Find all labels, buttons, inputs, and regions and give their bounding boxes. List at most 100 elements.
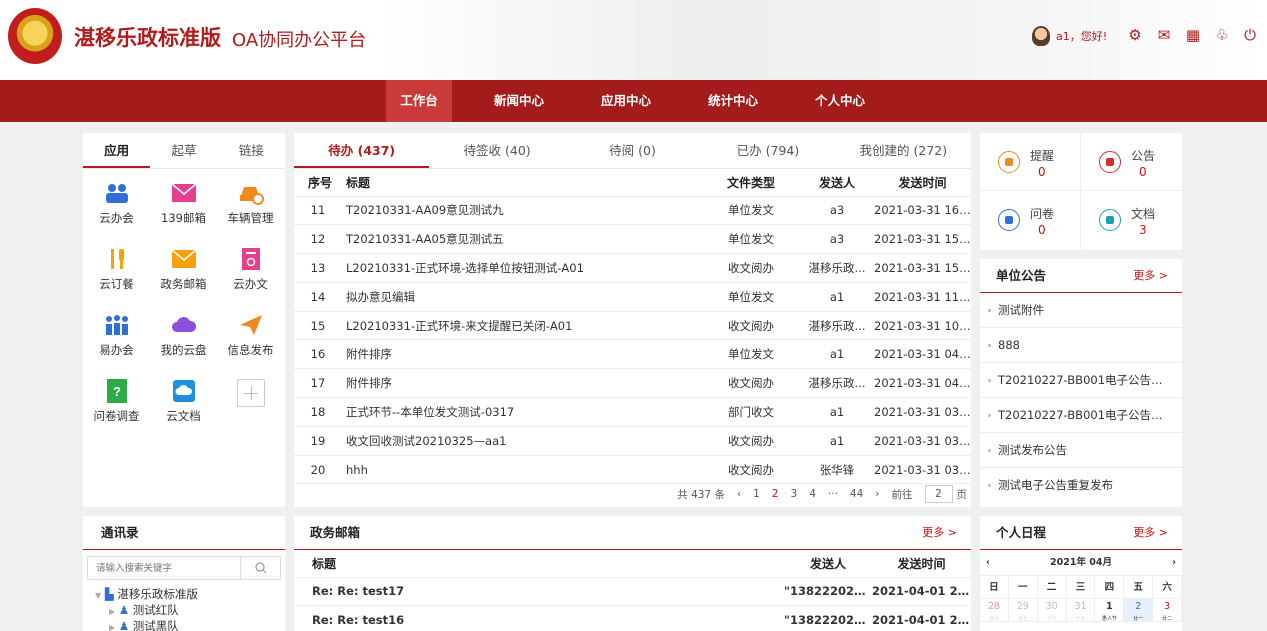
- table-row[interactable]: 16 附件排序 单位发文 a1 2021-03-31 04:23: [294, 339, 971, 370]
- org-icon: ▙: [104, 587, 114, 601]
- calendar-day[interactable]: 2 廿一: [1123, 598, 1154, 622]
- weekday-label: 三: [1065, 575, 1096, 599]
- app-139-mail[interactable]: 139邮箱: [150, 177, 217, 243]
- tree-node-team[interactable]: ▶ ♟ 测试红队: [95, 602, 285, 618]
- calendar-day[interactable]: 29 廿七: [1007, 598, 1038, 622]
- next-page-icon[interactable]: ›: [875, 488, 879, 500]
- table-row[interactable]: 12 T20210331-AA05意见测试五 单位发文 a3 2021-03-31 15…: [294, 224, 971, 255]
- app-cloud-docs[interactable]: 云文档: [150, 375, 217, 441]
- apps-tabs: 应用 起草 链接: [83, 133, 285, 169]
- table-row[interactable]: 19 收文回收测试20210325—aa1 收文阅办 a1 2021-03-31 03:…: [294, 426, 971, 456]
- table-row[interactable]: 17 附件排序 收文阅办 湛移乐政... 2021-03-31 04:02: [294, 368, 971, 399]
- mail-icon[interactable]: ✉: [1155, 26, 1173, 44]
- calendar-day[interactable]: 1 愚人节: [1094, 598, 1125, 622]
- app-survey[interactable]: ? 问卷调查: [83, 375, 150, 441]
- table-row[interactable]: 14 拟办意见编辑 单位发文 a1 2021-03-31 11:16: [294, 282, 971, 312]
- caret-right-icon[interactable]: ▶: [109, 607, 115, 616]
- search-button[interactable]: [241, 556, 281, 580]
- tab-created[interactable]: 我创建的 (272): [836, 133, 971, 168]
- notice-item[interactable]: 888: [980, 328, 1182, 363]
- tree-node-root[interactable]: ▼ ▙ 湛移乐政标准版: [95, 586, 285, 602]
- tree-node-team[interactable]: ▶ ♟ 测试黑队: [95, 618, 285, 631]
- notice-item[interactable]: 测试电子公告重复发布: [980, 468, 1182, 503]
- app-cloud-doc-office[interactable]: 云办文: [217, 243, 284, 309]
- page-ellipsis[interactable]: ···: [828, 488, 838, 500]
- next-month-icon[interactable]: ›: [1172, 550, 1176, 576]
- tab-done[interactable]: 已办 (794): [700, 133, 835, 168]
- app-info-publish[interactable]: 信息发布: [217, 309, 284, 375]
- tab-to-read[interactable]: 待阅 (0): [565, 133, 700, 168]
- contact-search: [87, 556, 281, 580]
- row-time: 2021-03-31 03:54: [874, 426, 971, 456]
- tab-apps[interactable]: 应用: [83, 133, 151, 168]
- app-easy-meeting[interactable]: 易办会: [83, 309, 150, 375]
- tab-to-sign[interactable]: 待签收 (40): [429, 133, 564, 168]
- calendar-day[interactable]: 31 十九: [1065, 598, 1096, 622]
- page-2[interactable]: 2: [772, 488, 779, 500]
- row-title: 附件排序: [342, 339, 702, 370]
- notice-item[interactable]: T20210227-BB001电子公告测...: [980, 398, 1182, 433]
- power-icon[interactable]: ⏻: [1241, 26, 1259, 44]
- weekday-label: 四: [1094, 575, 1125, 599]
- app-cloud-meal[interactable]: 云订餐: [83, 243, 150, 309]
- paper-plane-icon: [238, 313, 264, 337]
- mail-row[interactable]: Re: Re: test16 "138222025... 2021-04-01 21…: [294, 605, 971, 631]
- app-cloud-meeting[interactable]: 云办会: [83, 177, 150, 243]
- prev-page-icon[interactable]: ‹: [737, 488, 741, 500]
- page-3[interactable]: 3: [791, 488, 798, 500]
- notice-item[interactable]: 测试附件: [980, 293, 1182, 328]
- nav-news[interactable]: 新闻中心: [484, 80, 554, 122]
- table-row[interactable]: 11 T20210331-AA09意见测试九 单位发文 a3 2021-03-31 16…: [294, 196, 971, 226]
- page-44[interactable]: 44: [850, 488, 863, 500]
- table-row[interactable]: 18 正式环节--本单位发文测试-0317 部门收文 a1 2021-03-31 03:…: [294, 397, 971, 427]
- page-4[interactable]: 4: [809, 488, 816, 500]
- building-icon[interactable]: ▦: [1184, 26, 1202, 44]
- user-greeting[interactable]: a1，您好!: [1032, 26, 1107, 46]
- table-row[interactable]: 15 L20210331-正式环境-来文提醒已关闭-A01 收文阅办 湛移乐政... 2…: [294, 311, 971, 341]
- tab-todo[interactable]: 待办 (437): [294, 133, 430, 168]
- schedule-more-link[interactable]: 更多 >: [1133, 516, 1168, 550]
- page-1[interactable]: 1: [753, 488, 760, 500]
- announcement-tile[interactable]: 公告 0: [1081, 133, 1182, 191]
- nav-workbench[interactable]: 工作台: [386, 80, 452, 122]
- row-sender: a3: [800, 196, 874, 226]
- app-cloud-drive[interactable]: 我的云盘: [150, 309, 217, 375]
- notice-item[interactable]: 测试发布公告: [980, 433, 1182, 468]
- settings-icon[interactable]: ⚙: [1126, 26, 1144, 44]
- prev-month-icon[interactable]: ‹: [986, 550, 990, 576]
- app-gov-mail[interactable]: 政务邮箱: [150, 243, 217, 309]
- lunar-day: 廿一: [1133, 616, 1144, 622]
- table-row[interactable]: 13 L20210331-正式环境-选择单位按钮测试-A01 收文阅办 湛移乐政...…: [294, 253, 971, 283]
- survey-tile[interactable]: 问卷 0: [980, 191, 1081, 249]
- mail-more-link[interactable]: 更多 >: [922, 516, 957, 550]
- goto-page-input[interactable]: 2: [924, 485, 953, 503]
- calendar-day[interactable]: 28 廿六: [979, 598, 1009, 622]
- row-title: T20210331-AA09意见测试九: [342, 196, 702, 226]
- notice-item[interactable]: T20210227-BB001电子公告发...: [980, 363, 1182, 398]
- document-tile[interactable]: 文档 3: [1081, 191, 1182, 249]
- nav-stats[interactable]: 统计中心: [698, 80, 768, 122]
- col-title: 标题: [342, 169, 702, 197]
- nav-personal[interactable]: 个人中心: [805, 80, 875, 122]
- tab-draft[interactable]: 起草: [150, 133, 217, 168]
- calendar-day[interactable]: 3 廿二: [1152, 598, 1182, 622]
- nav-apps[interactable]: 应用中心: [591, 80, 661, 122]
- car-icon: [238, 181, 264, 205]
- lunar-day: 廿六: [988, 616, 999, 622]
- caret-right-icon[interactable]: ▶: [109, 623, 115, 631]
- contact-search-input[interactable]: [87, 556, 241, 580]
- calendar-day[interactable]: 30 十八: [1036, 598, 1067, 622]
- reminder-tile[interactable]: 提醒 0: [980, 133, 1081, 191]
- avatar[interactable]: [1032, 26, 1050, 46]
- tab-links[interactable]: 链接: [218, 133, 285, 168]
- app-vehicle[interactable]: 车辆管理: [217, 177, 284, 243]
- add-app-button[interactable]: [217, 375, 284, 441]
- notices-more-link[interactable]: 更多 >: [1133, 259, 1168, 293]
- shirt-icon[interactable]: ♧: [1213, 26, 1231, 44]
- weekday-label: 五: [1123, 575, 1154, 599]
- col-type: 文件类型: [702, 169, 800, 197]
- caret-down-icon[interactable]: ▼: [95, 591, 101, 600]
- table-row[interactable]: 20 hhh 收文阅办 张华锋 2021-03-31 03:51: [294, 455, 971, 485]
- day-number: 30: [1045, 601, 1058, 612]
- mail-row[interactable]: Re: Re: test17 "138222025... 2021-04-01 21…: [294, 577, 971, 607]
